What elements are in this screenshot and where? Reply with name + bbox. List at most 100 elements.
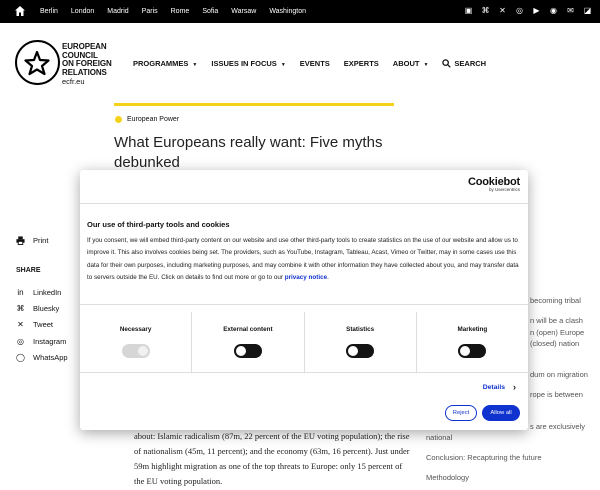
category-external-content: External content [192, 312, 305, 372]
reject-button[interactable]: Reject [445, 405, 477, 421]
marketing-toggle[interactable] [458, 344, 487, 358]
necessary-toggle [121, 344, 150, 358]
instagram-icon: ◎ [17, 336, 24, 346]
consent-categories: Necessary External content Statistics Ma… [80, 312, 528, 372]
details-label: Details [482, 383, 505, 391]
nav-label: EXPERTS [343, 59, 379, 68]
nav-search[interactable]: SEARCH [442, 59, 486, 68]
search-label: SEARCH [454, 59, 487, 68]
share-instagram[interactable]: ◎ Instagram [16, 333, 68, 349]
nav-label: ABOUT [392, 59, 420, 68]
city-links: Berlin London Madrid Paris Rome Sofia Wa… [40, 0, 319, 23]
toc-item[interactable]: (closed) nation [530, 339, 579, 348]
toc-item[interactable]: rope is between [530, 390, 583, 399]
printer-icon [16, 236, 25, 245]
category-label: Marketing [457, 326, 488, 333]
category-label: External content [223, 326, 273, 333]
cookie-consent-dialog: Cookiebot by Usercentrics Our use of thi… [80, 170, 528, 430]
toc-item-methodology[interactable]: Methodology [426, 473, 469, 482]
details-link[interactable]: Details › [483, 382, 516, 392]
toc-item[interactable]: dum on migration [530, 370, 588, 379]
city-link[interactable]: Berlin [40, 8, 58, 15]
category-necessary: Necessary [80, 312, 193, 372]
whatsapp-icon: ◯ [16, 352, 25, 362]
toc-item[interactable]: n will be a clash [530, 316, 583, 325]
print-label: Print [33, 236, 49, 245]
city-link[interactable]: Washington [269, 8, 306, 15]
print-button[interactable]: Print [16, 236, 68, 245]
article-title: What Europeans really want: Five myths d… [114, 134, 383, 171]
accent-rule [114, 103, 394, 106]
toc-item[interactable]: n (open) Europe [530, 328, 584, 337]
dialog-title: Our use of third-party tools and cookies [87, 220, 230, 229]
top-bar: Berlin London Madrid Paris Rome Sofia Wa… [0, 0, 600, 23]
article-tag[interactable]: European Power [115, 116, 179, 123]
mail-icon[interactable]: ✉ [566, 6, 575, 15]
divider [80, 372, 528, 373]
city-link[interactable]: Rome [171, 8, 190, 15]
logo-wordmark[interactable]: EUROPEAN COUNCIL ON FOREIGN RELATIONS [62, 42, 112, 77]
divider [80, 203, 528, 204]
share-label: Bluesky [33, 303, 60, 313]
city-link[interactable]: Sofia [202, 8, 218, 15]
divider [80, 304, 528, 305]
bluesky-icon: ⌘ [16, 303, 25, 313]
article-body: about: Islamic radicalism (87m, 22 perce… [134, 431, 410, 486]
x-icon[interactable]: ✕ [498, 6, 507, 15]
period: . [327, 274, 329, 282]
podcast-icon[interactable]: ◉ [549, 6, 558, 15]
main-nav: PROGRAMMES ▼ ISSUES IN FOCUS ▼ EVENTS EXPE… [133, 59, 500, 68]
ecfr-logo[interactable] [15, 40, 60, 85]
share-label: WhatsApp [33, 352, 68, 362]
category-label: Necessary [119, 326, 152, 333]
cookiebot-logo: Cookiebot by Usercentrics [468, 176, 520, 192]
nav-experts[interactable]: EXPERTS [344, 59, 379, 68]
city-link[interactable]: Warsaw [231, 8, 256, 15]
star-icon [24, 50, 50, 76]
nav-issues-in-focus[interactable]: ISSUES IN FOCUS ▼ [211, 59, 285, 68]
share-heading: SHARE [16, 267, 41, 274]
tag-dot-icon [115, 116, 122, 123]
share-label: Instagram [33, 336, 67, 346]
category-marketing: Marketing [417, 312, 528, 372]
share-sidebar: Print SHARE in LinkedIn ⌘ Bluesky ✕ Tweet ◎… [16, 236, 68, 365]
linkedin-icon: in [17, 287, 24, 297]
top-social-links: ▣ ⌘ ✕ ◎ ▶ ◉ ✉ ◪ [464, 6, 592, 15]
nav-events[interactable]: EVENTS [300, 59, 330, 68]
youtube-icon[interactable]: ▶ [532, 6, 541, 15]
privacy-notice-link[interactable]: privacy notice [285, 274, 327, 281]
external-content-toggle[interactable] [233, 344, 262, 358]
caret-down-icon: ▼ [280, 62, 286, 68]
city-link[interactable]: London [71, 8, 94, 15]
statistics-toggle[interactable] [346, 344, 375, 358]
toc-item[interactable]: s are exclusively [530, 422, 585, 431]
instagram-icon[interactable]: ◎ [515, 6, 524, 15]
share-label: Tweet [33, 320, 54, 330]
share-linkedin[interactable]: in LinkedIn [16, 284, 68, 300]
logo-url: ecfr.eu [62, 77, 85, 86]
nav-about[interactable]: ABOUT ▼ [393, 59, 429, 68]
caret-down-icon: ▼ [423, 62, 429, 68]
caret-down-icon: ▼ [192, 62, 198, 68]
nav-programmes[interactable]: PROGRAMMES ▼ [133, 59, 197, 68]
allow-all-button[interactable]: Allow all [482, 405, 520, 421]
city-link[interactable]: Paris [142, 8, 158, 15]
linkedin-icon[interactable]: ▣ [464, 6, 473, 15]
category-statistics: Statistics [305, 312, 417, 372]
toc-item[interactable]: national [426, 433, 452, 442]
toc-item-conclusion[interactable]: Conclusion: Recapturing the future [426, 453, 542, 462]
city-link[interactable]: Madrid [107, 8, 128, 15]
share-bluesky[interactable]: ⌘ Bluesky [16, 300, 68, 316]
share-tweet[interactable]: ✕ Tweet [16, 317, 68, 333]
bluesky-icon[interactable]: ⌘ [481, 6, 490, 15]
toc-item[interactable]: becoming tribal [530, 296, 581, 305]
category-label: Statistics [346, 326, 375, 333]
tag-label: European Power [127, 116, 180, 123]
nav-label: EVENTS [299, 59, 330, 68]
rss-icon[interactable]: ◪ [583, 6, 592, 15]
home-icon[interactable] [14, 5, 26, 17]
share-whatsapp[interactable]: ◯ WhatsApp [16, 349, 68, 365]
search-icon [442, 59, 452, 68]
nav-label: PROGRAMMES [133, 59, 189, 68]
share-label: LinkedIn [33, 287, 62, 297]
